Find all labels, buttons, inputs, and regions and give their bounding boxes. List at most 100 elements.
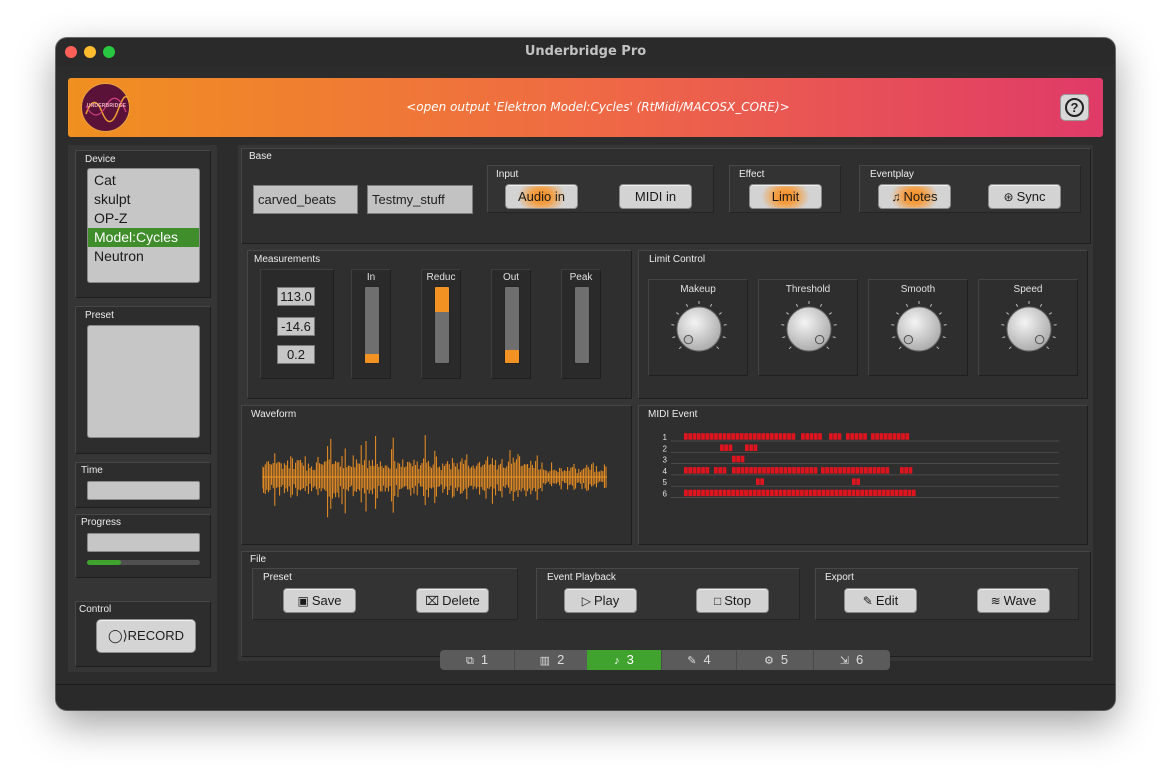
maximize-window-button[interactable] [103, 46, 115, 58]
midi-event-cell [701, 489, 705, 497]
speed-knob[interactable] [1000, 300, 1058, 358]
midi-event-cell [753, 444, 758, 451]
threshold-knob[interactable] [780, 300, 838, 358]
midi-event-cell [757, 489, 761, 497]
midi-event-cell [727, 489, 731, 497]
midi-row-label: 6 [663, 490, 668, 499]
meter-track [364, 286, 380, 364]
midi-event-cell [792, 467, 796, 474]
delete-button[interactable]: ⌧ Delete [416, 588, 489, 613]
midi-event-cell [770, 489, 774, 497]
midi-event-cell [825, 467, 829, 474]
threshold-knob-group: Threshold [758, 279, 858, 376]
effect-group: Effect Limit [729, 165, 841, 213]
knob-tick [898, 346, 902, 350]
tab-1[interactable]: ⧉ 1 [440, 650, 515, 670]
waves-icon: ≋ [990, 594, 1001, 608]
midi-event-cell [842, 467, 847, 474]
floppy-icon: ▣ [297, 594, 309, 608]
tab-2[interactable]: ▥ 2 [515, 650, 590, 670]
knob-tick [1006, 312, 1010, 315]
input-group: Input Audio in MIDI in [487, 165, 714, 213]
midi-event-cell [718, 433, 723, 440]
tab-3[interactable]: ♪ 3 [587, 650, 662, 670]
knob-tick [1048, 312, 1052, 315]
knob-tick [892, 336, 896, 339]
file-group: File Preset ▣ Save ⌧ Delete Event Playback… [241, 551, 1091, 657]
peak-meter: Peak [561, 269, 601, 379]
meter-fill [365, 353, 379, 363]
reduction-meter: Reduc [421, 269, 461, 379]
stop-button[interactable]: □ Stop [696, 588, 769, 613]
knob-tick [1052, 336, 1056, 339]
device-item[interactable]: Neutron [88, 247, 199, 266]
midi-event-group: MIDI Event 1 2 3 4 5 6 [638, 405, 1088, 545]
tab-4[interactable]: ✎ 4 [662, 650, 737, 670]
progress-fill [87, 560, 121, 565]
record-button[interactable]: ◯⟩RECORD [96, 619, 196, 653]
midi-event-cell [757, 467, 762, 474]
midi-event-cell [696, 433, 701, 440]
tab-5[interactable]: ⚙ 5 [739, 650, 814, 670]
knob-tick [672, 336, 676, 339]
wave-label: Wave [1003, 593, 1037, 608]
project-name-field[interactable]: carved_beats [253, 185, 358, 214]
save-button[interactable]: ▣ Save [283, 588, 356, 613]
midi-event-cell [881, 467, 885, 474]
midi-event-cell [825, 489, 830, 497]
edit-button[interactable]: ✎ Edit [844, 588, 917, 613]
close-window-button[interactable] [65, 46, 77, 58]
piano-icon: ▥ [539, 655, 551, 667]
notes-button[interactable]: ♫ Notes [878, 184, 951, 209]
file-label: File [250, 554, 267, 565]
midi-event-cell [787, 489, 791, 497]
midi-event-cell [855, 467, 860, 474]
preset-list[interactable] [87, 325, 200, 438]
midi-event-cell [808, 489, 813, 497]
notes-label: Notes [903, 189, 938, 204]
device-item[interactable]: Cat [88, 171, 199, 190]
midi-event-cell [809, 433, 814, 440]
midi-event-cell [787, 467, 792, 474]
midi-in-button[interactable]: MIDI in [619, 184, 692, 209]
midi-event-cell [796, 467, 801, 474]
midi-event-cell [864, 489, 869, 497]
midi-event-cell [885, 467, 890, 474]
knob-body [896, 306, 942, 352]
event-playback-group: Event Playback ▷ Play □ Stop [536, 568, 800, 620]
smooth-knob[interactable] [890, 300, 948, 358]
makeup-knob[interactable] [670, 300, 728, 358]
meter-fill [435, 287, 449, 313]
song-name-field[interactable]: Testmy_stuff [367, 185, 473, 214]
knob-body [676, 306, 722, 352]
midi-event-cell [834, 489, 839, 497]
sync-button[interactable]: ⊛ Sync [988, 184, 1061, 209]
midi-row-label: 1 [663, 433, 668, 442]
device-item-selected[interactable]: Model:Cycles [88, 228, 199, 247]
app-logo: UNDERBRIDGE [81, 83, 130, 132]
connection-status: <open output 'Elektron Model:Cycles' (Rt… [406, 100, 790, 114]
midi-event-cell [748, 489, 753, 497]
knob-tick [905, 303, 909, 307]
midi-event-cell [904, 467, 908, 474]
audio-in-button[interactable]: Audio in [505, 184, 578, 209]
midi-event-cell [851, 467, 855, 474]
device-item[interactable]: OP-Z [88, 209, 199, 228]
device-item[interactable]: skulpt [88, 190, 199, 209]
help-button[interactable]: ? [1060, 94, 1089, 121]
midi-event-cell [905, 433, 910, 440]
pencil-icon: ✎ [862, 594, 873, 608]
minimize-window-button[interactable] [84, 46, 96, 58]
midi-event-cell [701, 433, 705, 440]
wave-button[interactable]: ≋ Wave [977, 588, 1050, 613]
play-button[interactable]: ▷ Play [564, 588, 637, 613]
limit-button[interactable]: Limit [749, 184, 822, 209]
midi-event-cell [829, 467, 834, 474]
midi-event-cell [846, 467, 851, 474]
tab-6[interactable]: ⇲ 6 [814, 650, 889, 670]
midi-event-cell [859, 467, 864, 474]
device-list[interactable]: Cat skulpt OP-Z Model:Cycles Neutron [87, 168, 200, 283]
knob-tick [678, 346, 682, 350]
tab-6-label: 6 [855, 652, 864, 667]
threshold-label: Threshold [785, 284, 831, 295]
